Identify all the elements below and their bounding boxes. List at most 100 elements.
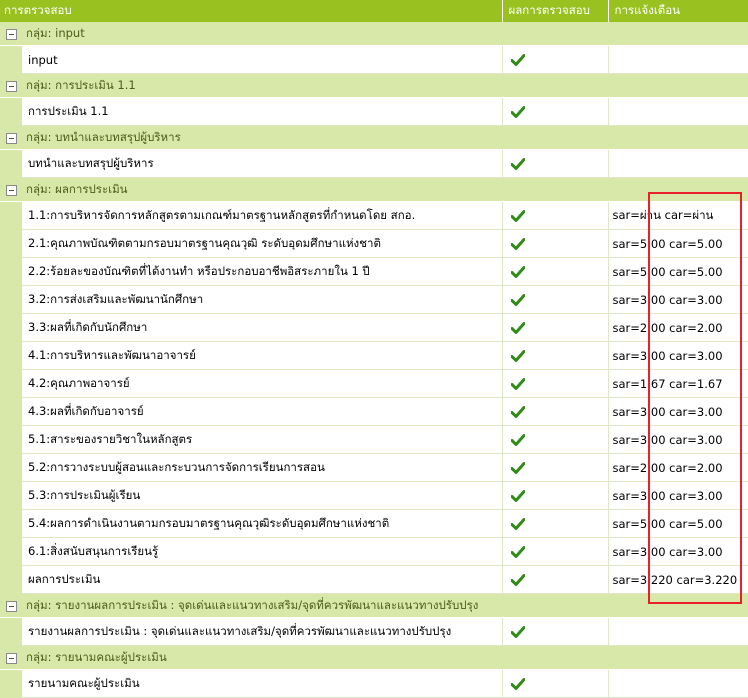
group-row: กลุ่ม: บทนำและบทสรุปผู้บริหาร [0,125,748,150]
group-toggle[interactable] [0,645,22,670]
table-body: กลุ่ม: input input กลุ่ม: การประเมิน 1.1 กา… [0,22,748,698]
group-row: กลุ่ม: ผลการประเมิน [0,177,748,202]
green-checkmark-icon [510,574,526,586]
green-checkmark-icon [510,210,526,222]
check-result [502,617,609,646]
group-toggle[interactable] [0,73,22,98]
group-row: กลุ่ม: input [0,22,748,46]
green-checkmark-icon [510,518,526,530]
group-toggle[interactable] [0,125,22,150]
collapse-minus-icon[interactable] [5,184,17,196]
collapse-minus-icon[interactable] [5,652,17,664]
check-name: 3.3:ผลที่เกิดกับนักศึกษา [22,313,503,342]
green-checkmark-icon [510,350,526,362]
collapse-minus-icon[interactable] [5,80,17,92]
check-name: 2.1:คุณภาพบัณฑิตตามกรอบมาตรฐานคุณวุฒิ ระ… [22,229,503,258]
check-name: 4.3:ผลที่เกิดกับอาจารย์ [22,397,503,426]
row-indent [0,565,22,594]
check-alert: sar=3.00 car=3.00 [608,481,748,510]
green-checkmark-icon [510,490,526,502]
check-alert: sar=3.00 car=3.00 [608,341,748,370]
check-result [502,669,609,698]
row-indent [0,45,22,74]
check-alert [608,617,748,646]
check-result [502,313,609,342]
check-alert: sar=5.00 car=5.00 [608,229,748,258]
group-label: กลุ่ม: บทนำและบทสรุปผู้บริหาร [22,125,748,150]
check-name: รายงานผลการประเมิน : จุดเด่นและแนวทางเสร… [22,617,503,646]
group-row: กลุ่ม: รายนามคณะผู้ประเมิน [0,645,748,670]
header-alert[interactable]: การแจ้งเตือน [608,0,748,22]
row-indent [0,481,22,510]
group-toggle[interactable] [0,177,22,202]
row-indent [0,149,22,178]
row-indent [0,453,22,482]
check-result [502,201,609,230]
table-row: 6.1:สิ่งสนับสนุนการเรียนรู้ sar=3.00 car=… [0,537,748,566]
check-result [502,97,609,126]
group-label: กลุ่ม: การประเมิน 1.1 [22,73,748,98]
row-indent [0,97,22,126]
check-alert [608,45,748,74]
check-result [502,481,609,510]
table-header-row: การตรวจสอบ ผลการตรวจสอบ การแจ้งเตือน [0,0,748,22]
group-label: กลุ่ม: input [22,22,748,46]
check-result [502,341,609,370]
check-alert: sar=3.00 car=3.00 [608,537,748,566]
green-checkmark-icon [510,238,526,250]
row-indent [0,285,22,314]
green-checkmark-icon [510,546,526,558]
check-result [502,369,609,398]
group-toggle[interactable] [0,22,22,46]
table-row: 3.3:ผลที่เกิดกับนักศึกษา sar=2.00 car=2.0… [0,313,748,342]
table-row: 5.2:การวางระบบผู้สอนและกระบวนการจัดการเร… [0,453,748,482]
check-result [502,149,609,178]
check-name: 5.3:การประเมินผู้เรียน [22,481,503,510]
table-row: 5.1:สาระของรายวิชาในหลักสูตร sar=3.00 car… [0,425,748,454]
check-alert: sar=5.00 car=5.00 [608,509,748,538]
green-checkmark-icon [510,322,526,334]
group-toggle[interactable] [0,593,22,618]
collapse-minus-icon[interactable] [5,600,17,612]
table-row: 5.3:การประเมินผู้เรียน sar=3.00 car=3.00 [0,481,748,510]
check-name: 3.2:การส่งเสริมและพัฒนานักศึกษา [22,285,503,314]
green-checkmark-icon [510,54,526,66]
header-result[interactable]: ผลการตรวจสอบ [502,0,609,22]
check-result [502,45,609,74]
check-name: input [22,45,503,74]
table-row: 4.3:ผลที่เกิดกับอาจารย์ sar=3.00 car=3.00 [0,397,748,426]
check-result [502,425,609,454]
table-row: รายงานผลการประเมิน : จุดเด่นและแนวทางเสร… [0,617,748,646]
green-checkmark-icon [510,434,526,446]
row-indent [0,425,22,454]
table-row: input [0,45,748,74]
check-alert [608,97,748,126]
table-row: 3.2:การส่งเสริมและพัฒนานักศึกษา sar=3.00 … [0,285,748,314]
row-indent [0,537,22,566]
group-row: กลุ่ม: การประเมิน 1.1 [0,73,748,98]
check-name: 2.2:ร้อยละของบัณฑิตที่ได้งานทำ หรือประกอ… [22,257,503,286]
check-result [502,453,609,482]
header-check[interactable]: การตรวจสอบ [0,0,503,22]
check-alert [608,669,748,698]
green-checkmark-icon [510,678,526,690]
check-alert: sar=2.00 car=2.00 [608,313,748,342]
check-result [502,257,609,286]
collapse-minus-icon[interactable] [5,28,17,40]
table-row: 2.1:คุณภาพบัณฑิตตามกรอบมาตรฐานคุณวุฒิ ระ… [0,229,748,258]
group-label: กลุ่ม: ผลการประเมิน [22,177,748,202]
table-row: 1.1:การบริหารจัดการหลักสูตรตามเกณฑ์มาตรฐ… [0,201,748,230]
check-result [502,537,609,566]
check-alert: sar=2.00 car=2.00 [608,453,748,482]
check-alert: sar=1.67 car=1.67 [608,369,748,398]
table-row: 4.1:การบริหารและพัฒนาอาจารย์ sar=3.00 car… [0,341,748,370]
row-indent [0,369,22,398]
check-alert: sar=3.00 car=3.00 [608,397,748,426]
green-checkmark-icon [510,626,526,638]
check-name: 4.1:การบริหารและพัฒนาอาจารย์ [22,341,503,370]
table-row: 2.2:ร้อยละของบัณฑิตที่ได้งานทำ หรือประกอ… [0,257,748,286]
check-name: การประเมิน 1.1 [22,97,503,126]
table-row: การประเมิน 1.1 [0,97,748,126]
row-indent [0,313,22,342]
collapse-minus-icon[interactable] [5,132,17,144]
